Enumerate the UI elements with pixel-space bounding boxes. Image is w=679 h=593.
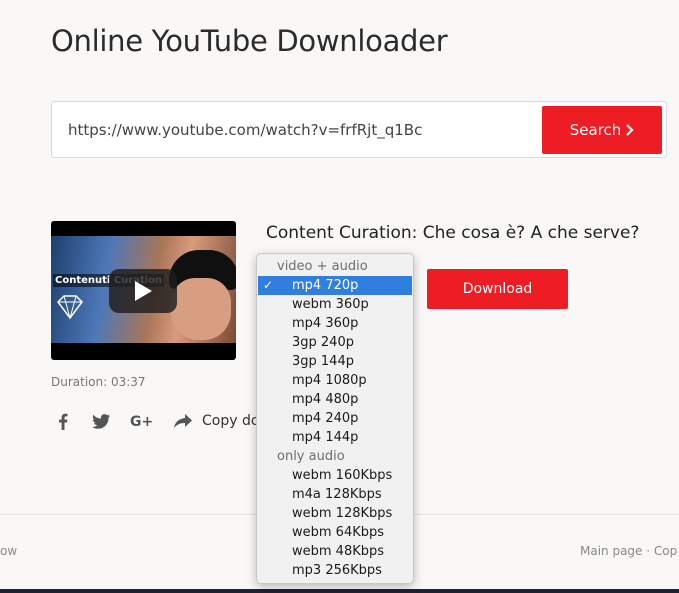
dropdown-option[interactable]: webm 64Kbps — [257, 523, 413, 542]
dropdown-option[interactable]: ✓ mp4 720p — [258, 276, 412, 295]
search-input[interactable] — [68, 118, 528, 142]
format-dropdown[interactable]: video + audio ✓ mp4 720p webm 360p mp4 3… — [256, 253, 414, 584]
dropdown-option[interactable]: mp4 240p — [257, 409, 413, 428]
download-button[interactable]: Download — [427, 269, 568, 309]
footer-left-link[interactable]: ow — [0, 544, 17, 558]
video-thumbnail[interactable]: Contenuti Curation — [51, 221, 236, 360]
dropdown-option[interactable]: mp3 256Kbps — [257, 561, 413, 580]
svg-text:G+: G+ — [130, 414, 153, 428]
dropdown-option[interactable]: mp4 360p — [257, 314, 413, 333]
video-duration: Duration: 03:37 — [51, 375, 146, 389]
share-row: G+ Copy dow — [54, 410, 271, 432]
page-title: Online YouTube Downloader — [51, 24, 448, 58]
dropdown-option[interactable]: webm 160Kbps — [257, 466, 413, 485]
dropdown-group-label: only audio — [277, 449, 345, 464]
dropdown-option[interactable]: webm 48Kbps — [257, 542, 413, 561]
share-arrow-icon[interactable] — [174, 412, 192, 430]
google-plus-icon[interactable]: G+ — [130, 412, 154, 430]
dropdown-option[interactable]: mp4 144p — [257, 428, 413, 447]
dropdown-option[interactable]: 3gp 240p — [257, 333, 413, 352]
play-button[interactable] — [109, 269, 177, 313]
dropdown-option[interactable]: mp4 480p — [257, 390, 413, 409]
video-title: Content Curation: Che cosa è? A che serv… — [266, 223, 640, 243]
thumbnail-face — [171, 278, 231, 340]
dropdown-group-label: video + audio — [277, 259, 368, 274]
facebook-icon[interactable] — [54, 412, 72, 430]
search-button-label: Search — [569, 121, 622, 139]
checkmark-icon: ✓ — [263, 278, 274, 292]
twitter-icon[interactable] — [92, 412, 110, 430]
dropdown-option[interactable]: mp4 1080p — [257, 371, 413, 390]
dropdown-option[interactable]: webm 360p — [257, 295, 413, 314]
search-button[interactable]: Search — [542, 106, 662, 154]
bottom-bar — [0, 589, 679, 593]
search-box: Search — [51, 101, 667, 158]
diamond-icon — [57, 295, 83, 320]
dropdown-option[interactable]: webm 128Kbps — [257, 504, 413, 523]
dropdown-option[interactable]: m4a 128Kbps — [257, 485, 413, 504]
footer-right-links[interactable]: Main page · Cop — [580, 544, 677, 558]
chevron-right-icon — [626, 124, 634, 136]
dropdown-option[interactable]: 3gp 144p — [257, 352, 413, 371]
play-icon — [135, 281, 152, 301]
